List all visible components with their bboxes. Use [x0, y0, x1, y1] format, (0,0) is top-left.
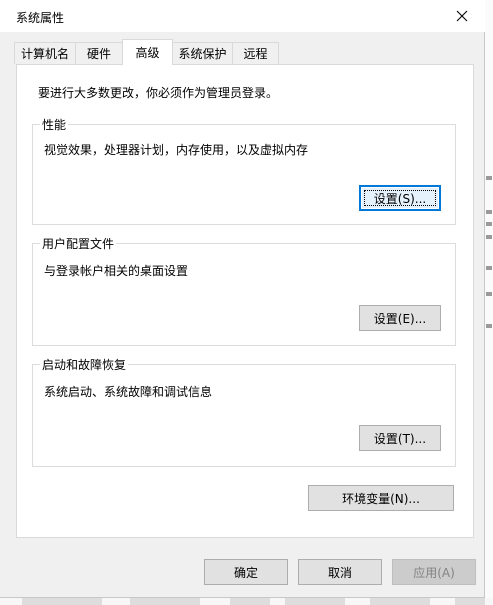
title-bar[interactable]: 系统属性 [0, 0, 485, 32]
background-ghost [285, 598, 345, 605]
tab-computer-name[interactable]: 计算机名 [14, 42, 76, 64]
close-button[interactable] [439, 0, 485, 31]
background-statusbar-edge [0, 598, 493, 605]
background-mark [486, 222, 492, 226]
background-ghost [455, 598, 485, 605]
background-ghost [370, 598, 430, 605]
user-profiles-group-title: 用户配置文件 [40, 235, 117, 252]
advanced-tab-panel: 要进行大多数更改，你必须作为管理员登录。 性能 视觉效果，处理器计划，内存使用，… [16, 64, 474, 538]
background-mark [486, 210, 492, 214]
background-mark [486, 235, 492, 239]
startup-recovery-group: 启动和故障恢复 系统启动、系统故障和调试信息 设置(T)... [32, 356, 456, 467]
focus-ring [364, 190, 436, 206]
system-properties-dialog: 系统属性 计算机名 硬件 高级 系统保护 远程 要进行大多数更改，你必须作为管理… [0, 0, 485, 598]
window-title: 系统属性 [16, 11, 65, 25]
tab-system-protection[interactable]: 系统保护 [172, 42, 233, 64]
background-mark [486, 176, 492, 180]
user-profiles-group: 用户配置文件 与登录帐户相关的桌面设置 设置(E)... [32, 235, 456, 346]
performance-settings-button[interactable]: 设置(S)... [359, 185, 441, 211]
close-icon [456, 10, 468, 21]
performance-description: 视觉效果，处理器计划，内存使用，以及虚拟内存 [44, 143, 309, 157]
background-ghost [130, 598, 200, 605]
background-mark [486, 324, 492, 328]
apply-button[interactable]: 应用(A) [392, 559, 476, 585]
background-mark [486, 292, 492, 296]
background-window-edge [485, 0, 493, 605]
environment-variables-button[interactable]: 环境变量(N)... [308, 485, 454, 511]
background-ghost [230, 598, 270, 605]
background-mark [486, 266, 492, 270]
user-profiles-description: 与登录帐户相关的桌面设置 [44, 264, 189, 278]
startup-recovery-settings-button[interactable]: 设置(T)... [359, 425, 441, 451]
tab-remote[interactable]: 远程 [232, 42, 279, 64]
startup-recovery-group-title: 启动和故障恢复 [40, 356, 129, 373]
performance-group: 性能 视觉效果，处理器计划，内存使用，以及虚拟内存 设置(S)... [32, 116, 456, 225]
performance-group-title: 性能 [40, 116, 69, 133]
user-profiles-settings-button[interactable]: 设置(E)... [359, 305, 441, 331]
cancel-button[interactable]: 取消 [298, 559, 382, 585]
tab-advanced[interactable]: 高级 [122, 39, 173, 65]
startup-recovery-description: 系统启动、系统故障和调试信息 [44, 385, 213, 399]
tab-hardware[interactable]: 硬件 [75, 42, 123, 64]
background-ghost [22, 598, 102, 605]
admin-notice: 要进行大多数更改，你必须作为管理员登录。 [38, 86, 279, 100]
ok-button[interactable]: 确定 [204, 559, 288, 585]
